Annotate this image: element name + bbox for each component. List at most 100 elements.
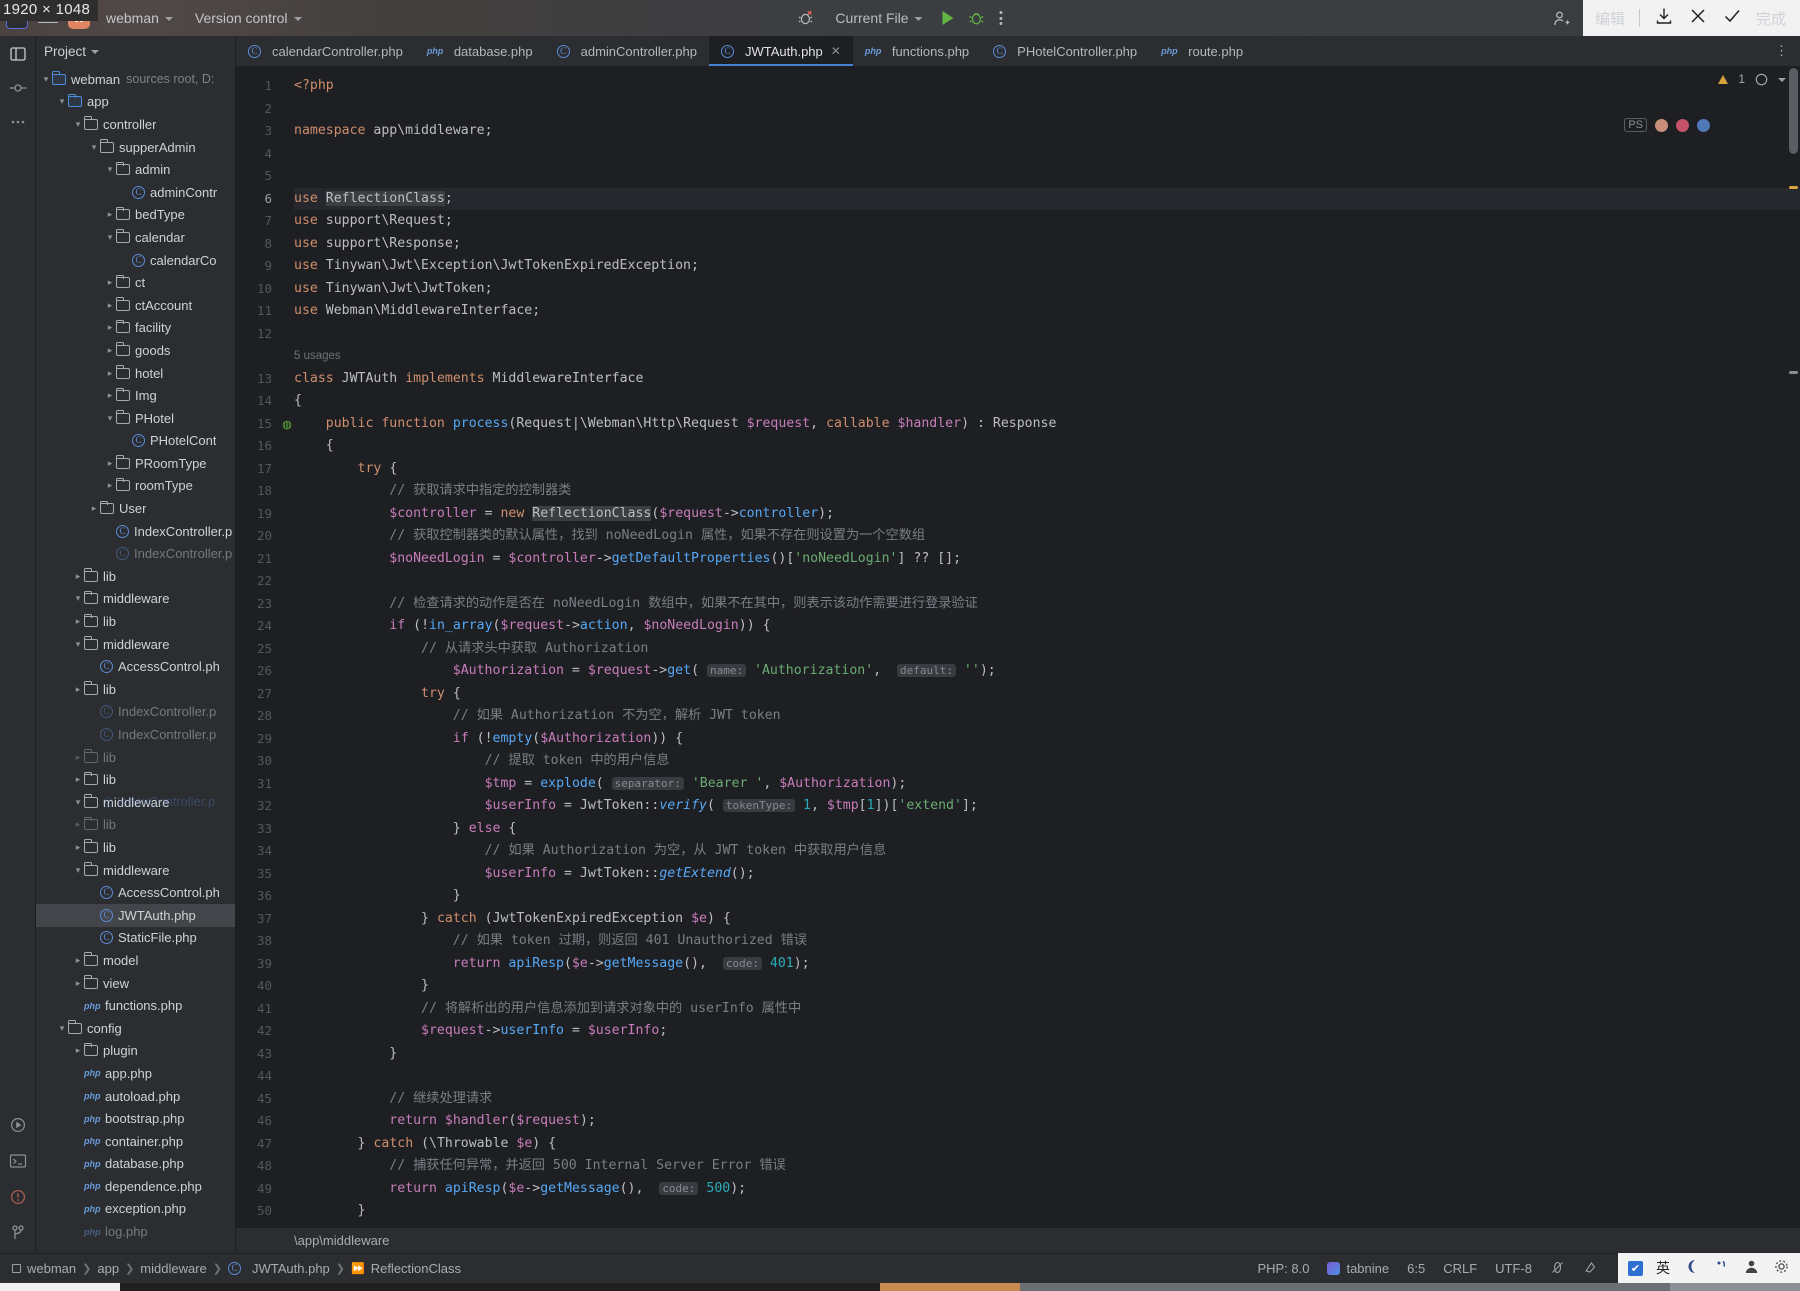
- tree-item[interactable]: lib: [36, 565, 235, 588]
- tree-item[interactable]: C StaticFile.php: [36, 927, 235, 950]
- code-line[interactable]: }: [294, 885, 1800, 908]
- code-line[interactable]: class JWTAuth implements MiddlewareInter…: [294, 368, 1800, 391]
- ai-assistant-widgets[interactable]: PS: [1624, 118, 1710, 132]
- code-line[interactable]: use Webman\MiddlewareInterface;: [294, 300, 1800, 323]
- code-line[interactable]: try {: [294, 458, 1800, 481]
- code-line[interactable]: // 捕获任何异常，并返回 500 Internal Server Error …: [294, 1155, 1800, 1178]
- tree-item[interactable]: php database.php: [36, 1153, 235, 1176]
- code-line[interactable]: $tmp = explode( separator: 'Bearer ', $A…: [294, 773, 1800, 796]
- editor-tab[interactable]: CadminController.php: [545, 36, 709, 66]
- code-line[interactable]: {: [294, 390, 1800, 413]
- more-options-icon[interactable]: [999, 9, 1003, 27]
- code-line[interactable]: }: [294, 1043, 1800, 1066]
- chevron-right-icon[interactable]: [104, 391, 116, 400]
- inspection-eye-icon[interactable]: [1755, 73, 1768, 86]
- code-line[interactable]: public function process(Request|\Webman\…: [294, 413, 1800, 436]
- code-line[interactable]: return $handler($request);: [294, 1110, 1800, 1133]
- tree-item[interactable]: php autoload.php: [36, 1085, 235, 1108]
- editor-tab[interactable]: php route.php: [1149, 36, 1255, 66]
- code-line[interactable]: $userInfo = JwtToken::getExtend();: [294, 863, 1800, 886]
- screenshot-done-button[interactable]: 完成: [1756, 8, 1786, 29]
- screenshot-edit-button[interactable]: 编辑: [1595, 8, 1625, 29]
- version-control-menu[interactable]: Version control: [189, 7, 308, 29]
- chevron-down-icon[interactable]: [72, 798, 84, 807]
- code-line[interactable]: // 获取控制器类的默认属性，找到 noNeedLogin 属性，如果不存在则设…: [294, 525, 1800, 548]
- tree-item[interactable]: admin: [36, 158, 235, 181]
- tree-item[interactable]: php log.php: [36, 1220, 235, 1243]
- tree-item[interactable]: C IndexController.p: [36, 542, 235, 565]
- run-tool-icon[interactable]: [8, 1115, 28, 1135]
- code-line[interactable]: [294, 143, 1800, 166]
- code-line[interactable]: [294, 165, 1800, 188]
- code-line[interactable]: $Authorization = $request->get( name: 'A…: [294, 660, 1800, 683]
- breadcrumb-item[interactable]: middleware: [134, 1261, 212, 1276]
- editor-tabs-more-icon[interactable]: ⋮: [1765, 36, 1800, 66]
- tree-item[interactable]: C IndexController.p: [36, 520, 235, 543]
- tree-item[interactable]: app: [36, 91, 235, 114]
- chevron-down-icon[interactable]: [72, 640, 84, 649]
- code-line[interactable]: [294, 1065, 1800, 1088]
- code-line[interactable]: // 检查请求的动作是否在 noNeedLogin 数组中，如果不在其中，则表示…: [294, 593, 1800, 616]
- code-line[interactable]: [294, 98, 1800, 121]
- read-only-icon[interactable]: [1550, 1260, 1565, 1278]
- lint-marker-warning[interactable]: [1789, 186, 1798, 189]
- chevron-right-icon[interactable]: [104, 323, 116, 332]
- code-line[interactable]: }: [294, 1200, 1800, 1223]
- tree-item[interactable]: calendar: [36, 226, 235, 249]
- tree-item[interactable]: C AccessControl.ph: [36, 881, 235, 904]
- gutter-override-icon[interactable]: ◍: [280, 413, 294, 436]
- close-icon[interactable]: [1688, 6, 1708, 30]
- breadcrumb-item[interactable]: ⏩ ReflectionClass: [345, 1261, 467, 1276]
- tree-item[interactable]: model: [36, 949, 235, 972]
- chevron-right-icon[interactable]: [72, 617, 84, 626]
- chevron-down-icon[interactable]: [104, 233, 116, 242]
- project-tree[interactable]: webman sources root, D: app controller suppe…: [36, 66, 235, 1253]
- download-icon[interactable]: [1654, 6, 1674, 30]
- tree-item[interactable]: lib: [36, 836, 235, 859]
- chevron-down-icon[interactable]: [104, 414, 116, 423]
- tree-item[interactable]: middleware: [36, 633, 235, 656]
- inspection-level-icon[interactable]: [1583, 1260, 1598, 1278]
- chevron-right-icon[interactable]: [104, 278, 116, 287]
- chevron-right-icon[interactable]: [72, 775, 84, 784]
- chevron-right-icon[interactable]: [104, 210, 116, 219]
- editor-tab[interactable]: php functions.php: [853, 36, 981, 66]
- code-editor[interactable]: 1 2 3 4 5 6 7 8 9 10 11 12 13 14 15 16 17 18 19 20 21 22 23 24 2…: [236, 66, 1800, 1227]
- code-line[interactable]: // 如果 Authorization 不为空，解析 JWT token: [294, 705, 1800, 728]
- code-line[interactable]: $userInfo = JwtToken::verify( tokenType:…: [294, 795, 1800, 818]
- breadcrumb-item[interactable]: webman: [6, 1261, 82, 1276]
- code-line[interactable]: $request->userInfo = $userInfo;: [294, 1020, 1800, 1043]
- tree-item[interactable]: php bootstrap.php: [36, 1107, 235, 1130]
- tree-item[interactable]: php app.php: [36, 1062, 235, 1085]
- code-line[interactable]: } else {: [294, 818, 1800, 841]
- project-name-menu[interactable]: webman: [100, 7, 179, 29]
- tree-item[interactable]: ctAccount: [36, 294, 235, 317]
- tree-item[interactable]: goods: [36, 339, 235, 362]
- code-line[interactable]: // 如果 token 过期，则返回 401 Unauthorized 错误: [294, 930, 1800, 953]
- code-line[interactable]: return apiResp($e->getMessage(), code: 4…: [294, 953, 1800, 976]
- tree-item[interactable]: supperAdmin: [36, 136, 235, 159]
- chevron-right-icon[interactable]: [104, 369, 116, 378]
- tree-item[interactable]: plugin: [36, 1040, 235, 1063]
- chevron-down-icon[interactable]: [56, 1024, 68, 1033]
- tree-item[interactable]: CcalendarCo: [36, 249, 235, 272]
- tree-item[interactable]: C AccessControl.ph: [36, 655, 235, 678]
- add-user-icon[interactable]: [1552, 9, 1570, 27]
- lint-marker-info[interactable]: [1789, 371, 1798, 374]
- project-tool-icon[interactable]: [8, 44, 28, 64]
- chevron-down-icon[interactable]: [56, 97, 68, 106]
- code-line[interactable]: } catch (\Throwable $e) {: [294, 1133, 1800, 1156]
- ime-check-icon[interactable]: ✔: [1628, 1260, 1643, 1276]
- editor-tab-bar[interactable]: CcalendarController.php php database.php Ca…: [236, 36, 1800, 66]
- editor-tab[interactable]: CcalendarController.php: [236, 36, 415, 66]
- tree-item[interactable]: PHotel: [36, 407, 235, 430]
- user-icon[interactable]: [1743, 1258, 1760, 1278]
- chevron-right-icon[interactable]: [72, 685, 84, 694]
- avatar-1-icon[interactable]: [1655, 118, 1668, 132]
- avatar-3-icon[interactable]: [1697, 118, 1710, 132]
- chevron-down-icon[interactable]: [91, 50, 100, 54]
- tree-item[interactable]: config: [36, 1017, 235, 1040]
- chevron-down-icon[interactable]: [72, 594, 84, 603]
- debug-error-icon[interactable]: [797, 9, 815, 27]
- chevron-right-icon[interactable]: [72, 843, 84, 852]
